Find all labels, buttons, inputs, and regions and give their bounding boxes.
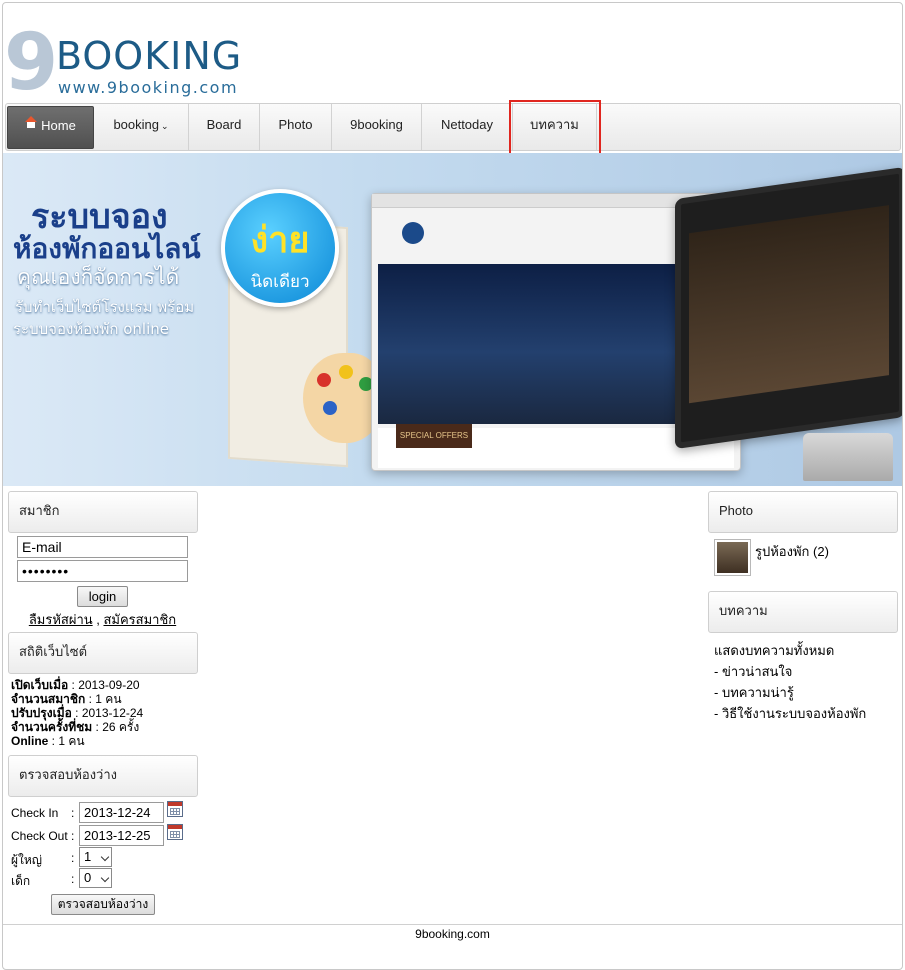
nav-9booking[interactable]: 9booking [332,104,422,150]
monitor-screen [689,205,889,404]
chevron-down-icon [100,852,110,862]
chevron-down-icon [100,873,110,883]
checkin-date-input[interactable]: 2013-12-24 [79,802,164,823]
stat-value: : 2013-12-24 [71,706,144,720]
stats-heading: สถิติเว็บไซต์ [8,632,198,674]
colon: : [71,829,75,843]
nav-home-label: Home [41,118,76,133]
nav-board[interactable]: Board [189,104,260,150]
photo-album-link[interactable]: รูปห้องพัก (2) [755,541,829,562]
article-link[interactable]: - บทความน่ารู้ [714,682,794,703]
mockup-logo-icon [402,222,424,244]
article-link[interactable]: - วิธีใช้งานระบบจองห้องพัก [714,703,866,724]
stat-label: จำนวนสมาชิก [11,692,86,706]
nav-nettoday[interactable]: Nettoday [422,104,513,150]
article-link[interactable]: - ข่าวน่าสนใจ [714,661,792,682]
member-links: ลืมรหัสผ่าน , สมัครสมาชิก [0,609,205,630]
calendar-icon[interactable] [167,801,183,817]
stat-views: จำนวนครั้งที่ชม : 26 ครั้ง [11,720,139,734]
nav-booking-label: booking [113,117,159,132]
stat-updated: ปรับปรุงเมื่อ : 2013-12-24 [11,706,143,720]
paint-dot [317,373,331,387]
checkout-date-input[interactable]: 2013-12-25 [79,825,164,846]
calendar-icon[interactable] [167,824,183,840]
thumbnail-image [717,542,748,573]
home-icon [25,116,38,128]
nav-highlight-box [509,100,601,155]
monitor-stand [803,433,893,481]
paint-dot [339,365,353,379]
logo-url: www.9booking.com [58,78,239,97]
nav-booking[interactable]: booking ⌄ [94,104,189,150]
banner-subtitle: คุณเองก็จัดการได้ [17,265,180,289]
member-heading: สมาชิก [8,491,198,533]
badge-small-text: นิดเดียว [250,272,310,292]
show-all-articles-link[interactable]: แสดงบทความทั้งหมด [714,640,834,661]
email-field[interactable]: E-mail [17,536,188,558]
stat-label: Online [11,734,49,748]
check-availability-button[interactable]: ตรวจสอบห้องว่าง [51,894,155,915]
badge-big-text: ง่าย [250,220,310,261]
mockup-special-offers: SPECIAL OFFERS [396,424,472,448]
room-photo-thumbnail[interactable] [714,539,751,576]
forgot-password-link[interactable]: ลืมรหัสผ่าน [29,612,93,627]
footer-divider [3,924,902,925]
login-button[interactable]: login [77,586,128,607]
stat-label: จำนวนครั้งที่ชม [11,720,93,734]
colon: : [71,806,75,820]
banner-line-5: ระบบจองห้องพัก online [13,320,169,338]
hero-banner[interactable]: ระบบจอง ห้องพักออนไลน์ คุณเองก็จัดการได้… [3,153,902,486]
link-separator: , [92,612,104,627]
adults-selected-value: 1 [84,849,92,864]
nav-nettoday-label: Nettoday [440,117,494,132]
footer-text: 9booking.com [415,927,490,941]
adults-select[interactable]: 1 [79,847,112,867]
articles-heading: บทความ [708,591,898,633]
register-link[interactable]: สมัครสมาชิก [103,612,176,627]
banner-monitor-mockup [675,166,902,450]
stat-label: ปรับปรุงเมื่อ [11,706,72,720]
checkin-label: Check In [11,806,59,820]
checkout-label: Check Out [11,829,68,843]
site-logo[interactable]: 9 BOOKING www.9booking.com [4,24,274,102]
main-nav: Home booking ⌄ Board Photo 9booking Netto… [5,100,901,155]
stat-label: เปิดเว็บเมื่อ [11,678,69,692]
children-label: เด็ก [11,874,31,888]
stat-value: : 1 คน [48,734,85,748]
stat-value: : 2013-09-20 [68,678,140,692]
paint-dot [323,401,337,415]
stat-members: จำนวนสมาชิก : 1 คน [11,692,122,706]
nav-photo-label: Photo [278,117,313,132]
logo-digit: 9 [4,18,58,108]
password-field[interactable]: •••••••• [17,560,188,582]
availability-heading: ตรวจสอบห้องว่าง [8,755,198,797]
nav-home[interactable]: Home [7,106,94,149]
colon: : [71,851,75,865]
banner-line-4: รับทำเว็บไซต์โรงแรม พร้อม [15,298,195,316]
nav-photo[interactable]: Photo [260,104,332,150]
stat-value: : 1 คน [85,692,122,706]
children-select[interactable]: 0 [79,868,112,888]
stat-opened: เปิดเว็บเมื่อ : 2013-09-20 [11,678,140,692]
stat-online: Online : 1 คน [11,734,85,748]
children-selected-value: 0 [84,870,92,885]
nav-9booking-label: 9booking [350,117,403,132]
colon: : [71,872,75,886]
nav-board-label: Board [206,117,242,132]
stat-value: : 26 ครั้ง [92,720,140,734]
banner-easy-badge: ง่าย นิดเดียว [221,189,339,307]
logo-word: BOOKING [56,34,243,78]
adults-label: ผู้ใหญ่ [11,853,43,867]
photo-heading: Photo [708,491,898,533]
chevron-down-icon: ⌄ [161,121,169,131]
